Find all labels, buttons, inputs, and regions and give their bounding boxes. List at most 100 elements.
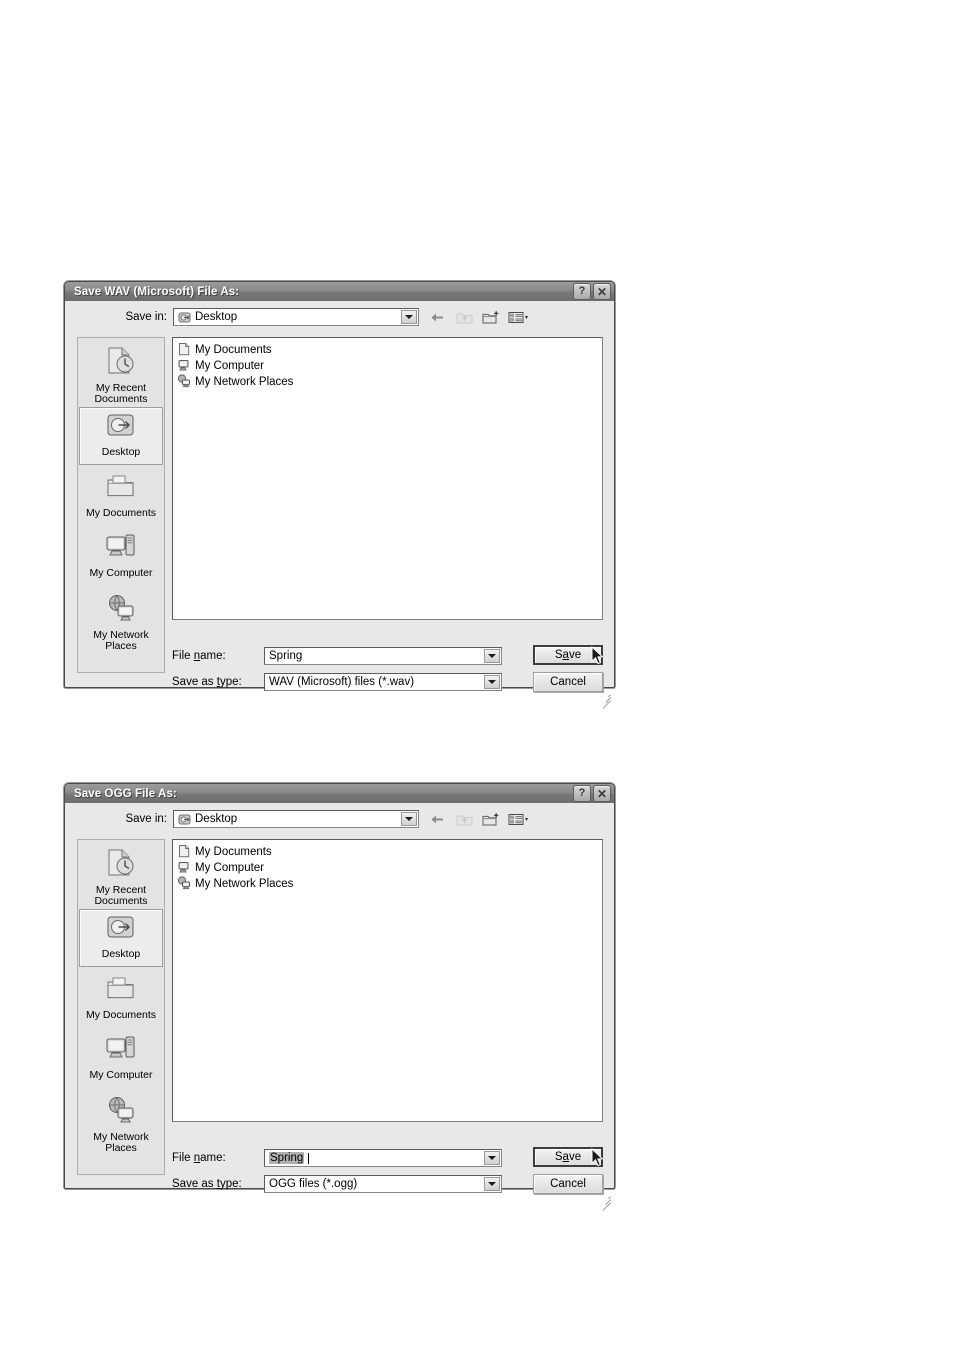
my-computer-icon [104, 532, 138, 566]
file-list-item[interactable]: My Computer [177, 358, 602, 374]
mouse-cursor [591, 1147, 604, 1168]
save-in-label: Save in: [125, 813, 167, 825]
file-name-label: File name: [172, 1152, 226, 1164]
place-label: My Computer [89, 1069, 153, 1081]
dialog-body: Save in: Desktop My Recent Documents Des… [65, 301, 614, 709]
title-bar[interactable]: Save OGG File As: ? ✕ [65, 784, 614, 803]
views-icon[interactable] [507, 811, 531, 828]
back-icon[interactable] [429, 811, 448, 828]
save-button-label: Save [554, 1151, 582, 1163]
file-name-label: File name: [172, 650, 226, 662]
close-icon[interactable]: ✕ [593, 785, 611, 802]
save-ogg-dialog: Save OGG File As: ? ✕ Save in: Desktop M… [64, 783, 615, 1211]
file-list-view[interactable]: My Documents My Computer My Network Plac… [172, 839, 603, 1122]
place-my-computer[interactable]: My Computer [79, 529, 163, 587]
file-name: My Network Places [195, 376, 294, 388]
views-icon[interactable] [507, 309, 531, 326]
desktop-icon [178, 311, 191, 324]
file-list-item[interactable]: My Network Places [177, 875, 602, 893]
title-button-group: ? ✕ [573, 785, 611, 802]
title-button-group: ? ✕ [573, 283, 611, 300]
navigation-toolbar [429, 309, 531, 326]
save-wav-dialog: Save WAV (Microsoft) File As: ? ✕ Save i… [64, 281, 615, 709]
file-name: My Computer [195, 862, 265, 874]
file-name: My Network Places [195, 878, 294, 890]
create-new-folder-icon[interactable] [481, 309, 500, 326]
save-in-value: Desktop [195, 813, 238, 825]
place-desktop[interactable]: Desktop [79, 407, 163, 465]
save-as-type-row: Save as type: WAV (Microsoft) files (*.w… [172, 673, 502, 691]
place-label: My Computer [89, 567, 153, 579]
file-list-item[interactable]: My Computer [177, 860, 602, 876]
file-name-row: File name: Spring [172, 1149, 502, 1167]
place-my-recent-documents[interactable]: My Recent Documents [79, 844, 163, 907]
desktop-icon [104, 411, 138, 445]
save-as-type-dropdown-arrow-icon[interactable] [484, 675, 500, 689]
my-network-places-icon [104, 594, 138, 628]
back-icon[interactable] [429, 309, 448, 326]
folder-documents-icon [177, 342, 191, 359]
place-label: My Recent Documents [94, 382, 148, 405]
my-computer-icon [177, 860, 191, 877]
desktop-icon [104, 913, 138, 947]
save-as-type-value: OGG files (*.ogg) [269, 1178, 358, 1190]
file-list-view[interactable]: My Documents My Computer My Network Plac… [172, 337, 603, 620]
save-in-value-wrap: Desktop [174, 311, 237, 324]
places-bar: My Recent Documents Desktop My Documents… [77, 337, 165, 673]
help-icon[interactable]: ? [573, 283, 591, 300]
place-label: My Documents [85, 1009, 157, 1021]
file-list-item[interactable]: My Documents [177, 342, 602, 358]
my-computer-icon [104, 1034, 138, 1068]
save-in-row: Save in: Desktop [65, 803, 614, 833]
place-my-network-places[interactable]: My Network Places [79, 591, 163, 652]
place-my-network-places[interactable]: My Network Places [79, 1093, 163, 1154]
my-computer-icon [177, 358, 191, 375]
my-network-places-icon [177, 875, 191, 893]
save-as-type-value: WAV (Microsoft) files (*.wav) [269, 676, 415, 688]
cancel-button-label: Cancel [550, 676, 586, 688]
save-as-type-combobox[interactable]: WAV (Microsoft) files (*.wav) [264, 673, 502, 691]
create-new-folder-icon[interactable] [481, 811, 500, 828]
place-my-documents[interactable]: My Documents [79, 469, 163, 525]
place-my-recent-documents[interactable]: My Recent Documents [79, 342, 163, 405]
recent-documents-icon [104, 345, 138, 381]
cancel-button[interactable]: Cancel [533, 1174, 603, 1194]
save-in-value: Desktop [195, 311, 238, 323]
place-desktop[interactable]: Desktop [79, 909, 163, 967]
save-in-dropdown-arrow-icon[interactable] [401, 310, 417, 324]
text-caret [308, 1152, 310, 1164]
file-name-dropdown-arrow-icon[interactable] [484, 649, 500, 663]
close-icon[interactable]: ✕ [593, 283, 611, 300]
save-as-type-combobox[interactable]: OGG files (*.ogg) [264, 1175, 502, 1193]
file-list-item[interactable]: My Documents [177, 844, 602, 860]
title-bar[interactable]: Save WAV (Microsoft) File As: ? ✕ [65, 282, 614, 301]
help-icon[interactable]: ? [573, 785, 591, 802]
place-my-documents[interactable]: My Documents [79, 971, 163, 1027]
dialog-title: Save WAV (Microsoft) File As: [74, 285, 240, 298]
places-bar: My Recent Documents Desktop My Documents… [77, 839, 165, 1175]
file-name-value: Spring [269, 1152, 305, 1164]
place-label: Desktop [101, 446, 141, 458]
file-name-input[interactable]: Spring [264, 647, 502, 665]
save-as-type-dropdown-arrow-icon[interactable] [484, 1177, 500, 1191]
place-my-computer[interactable]: My Computer [79, 1031, 163, 1089]
resize-grip[interactable] [598, 1192, 611, 1211]
navigation-toolbar [429, 811, 531, 828]
resize-grip[interactable] [598, 690, 611, 709]
save-in-combobox[interactable]: Desktop [173, 810, 419, 828]
file-list-item[interactable]: My Network Places [177, 373, 602, 390]
file-name-dropdown-arrow-icon[interactable] [484, 1151, 500, 1165]
place-label: My Network Places [93, 1131, 149, 1154]
up-one-level-icon [455, 811, 474, 828]
file-name-value-wrap: Spring [265, 1152, 310, 1164]
cancel-button[interactable]: Cancel [533, 672, 603, 692]
save-in-value-wrap: Desktop [174, 813, 237, 826]
save-in-dropdown-arrow-icon[interactable] [401, 812, 417, 826]
save-in-combobox[interactable]: Desktop [173, 308, 419, 326]
place-label: My Recent Documents [94, 884, 148, 907]
file-name-input[interactable]: Spring [264, 1149, 502, 1167]
place-label: My Network Places [93, 629, 149, 652]
dialog-title: Save OGG File As: [74, 787, 177, 800]
save-as-type-label: Save as type: [172, 676, 242, 688]
mouse-cursor [591, 645, 604, 666]
